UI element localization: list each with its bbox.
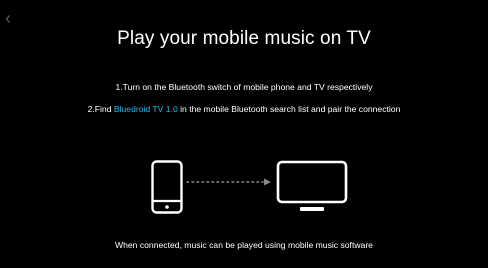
tv-icon — [276, 160, 348, 211]
bluetooth-device-name: Bluedroid TV 1.0 — [113, 104, 178, 114]
step-2-prefix: 2.Find — [87, 104, 114, 114]
smartphone-icon — [151, 160, 183, 214]
dotted-arrow-icon — [186, 178, 271, 186]
instruction-step-1: 1.Turn on the Bluetooth switch of mobile… — [115, 82, 373, 92]
bluetooth-music-screen: Play your mobile music on TV 1.Turn on t… — [0, 0, 488, 268]
instruction-step-2: 2.Find Bluedroid TV 1.0 in the mobile Bl… — [0, 104, 488, 114]
back-chevron-icon — [5, 15, 10, 23]
page-title: Play your mobile music on TV — [117, 28, 371, 49]
step-2-suffix: in the mobile Bluetooth search list and … — [177, 104, 401, 114]
connection-hint: When connected, music can be played usin… — [115, 240, 373, 250]
